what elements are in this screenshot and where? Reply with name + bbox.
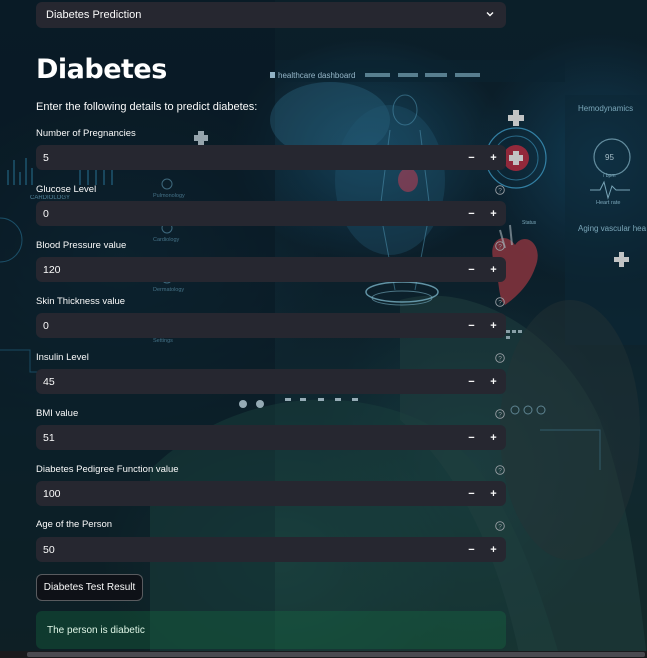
pregnancies-decrement-button[interactable]: −: [461, 145, 482, 170]
glucose-increment-button[interactable]: +: [483, 201, 504, 226]
field-label-pedigree: Diabetes Pedigree Function value: [36, 464, 179, 475]
field-label-age: Age of the Person: [36, 519, 113, 530]
skin-thickness-increment-button[interactable]: +: [483, 313, 504, 338]
main-content: Diabetes Prediction Diabetes Enter the f…: [0, 0, 647, 658]
pedigree-decrement-button[interactable]: −: [461, 481, 482, 506]
glucose-value[interactable]: 0: [36, 208, 461, 220]
insulin-increment-button[interactable]: +: [483, 369, 504, 394]
pregnancies-increment-button[interactable]: +: [483, 145, 504, 170]
help-icon[interactable]: ?: [495, 241, 505, 251]
help-icon[interactable]: ?: [495, 185, 505, 195]
svg-text:?: ?: [498, 299, 502, 306]
field-label-insulin: Insulin Level: [36, 352, 89, 363]
help-icon[interactable]: ?: [495, 409, 505, 419]
pregnancies-input[interactable]: 5 − +: [36, 145, 506, 170]
page-selectbox[interactable]: Diabetes Prediction: [36, 2, 506, 28]
chevron-down-icon: [486, 12, 494, 17]
glucose-input[interactable]: 0 − +: [36, 201, 506, 226]
insulin-input[interactable]: 45 − +: [36, 369, 506, 394]
prediction-result-alert: The person is diabetic: [36, 611, 506, 649]
svg-text:?: ?: [498, 467, 502, 474]
page-title: Diabetes: [36, 54, 167, 85]
svg-text:?: ?: [498, 355, 502, 362]
svg-text:?: ?: [498, 243, 502, 250]
blood-pressure-input[interactable]: 120 − +: [36, 257, 506, 282]
blood-pressure-decrement-button[interactable]: −: [461, 257, 482, 282]
glucose-decrement-button[interactable]: −: [461, 201, 482, 226]
horizontal-scrollbar-thumb[interactable]: [27, 652, 645, 657]
help-icon[interactable]: ?: [495, 297, 505, 307]
svg-text:?: ?: [498, 411, 502, 418]
skin-thickness-value[interactable]: 0: [36, 320, 461, 332]
bmi-increment-button[interactable]: +: [483, 425, 504, 450]
field-label-pregnancies: Number of Pregnancies: [36, 128, 136, 139]
age-value[interactable]: 50: [36, 544, 461, 556]
blood-pressure-value[interactable]: 120: [36, 264, 461, 276]
pedigree-increment-button[interactable]: +: [483, 481, 504, 506]
help-icon[interactable]: ?: [495, 521, 505, 531]
blood-pressure-increment-button[interactable]: +: [483, 257, 504, 282]
skin-thickness-decrement-button[interactable]: −: [461, 313, 482, 338]
bmi-value[interactable]: 51: [36, 432, 461, 444]
bmi-decrement-button[interactable]: −: [461, 425, 482, 450]
field-label-skin-thickness: Skin Thickness value: [36, 296, 126, 307]
page-subtitle: Enter the following details to predict d…: [36, 101, 258, 113]
insulin-value[interactable]: 45: [36, 376, 461, 388]
help-icon[interactable]: ?: [495, 353, 505, 363]
field-label-bmi: BMI value: [36, 408, 79, 419]
skin-thickness-input[interactable]: 0 − +: [36, 313, 506, 338]
pedigree-value[interactable]: 100: [36, 488, 461, 500]
pedigree-input[interactable]: 100 − +: [36, 481, 506, 506]
prediction-result-text: The person is diabetic: [47, 624, 145, 636]
insulin-decrement-button[interactable]: −: [461, 369, 482, 394]
age-input[interactable]: 50 − +: [36, 537, 506, 562]
page-selectbox-value: Diabetes Prediction: [46, 9, 142, 21]
bmi-input[interactable]: 51 − +: [36, 425, 506, 450]
age-decrement-button[interactable]: −: [461, 537, 482, 562]
svg-text:?: ?: [498, 187, 502, 194]
diabetes-test-result-button[interactable]: Diabetes Test Result: [36, 574, 143, 601]
field-label-blood-pressure: Blood Pressure value: [36, 240, 127, 251]
field-label-glucose: Glucose Level: [36, 184, 97, 195]
svg-text:?: ?: [498, 523, 502, 530]
help-icon[interactable]: ?: [495, 465, 505, 475]
pregnancies-value[interactable]: 5: [36, 152, 461, 164]
age-increment-button[interactable]: +: [483, 537, 504, 562]
